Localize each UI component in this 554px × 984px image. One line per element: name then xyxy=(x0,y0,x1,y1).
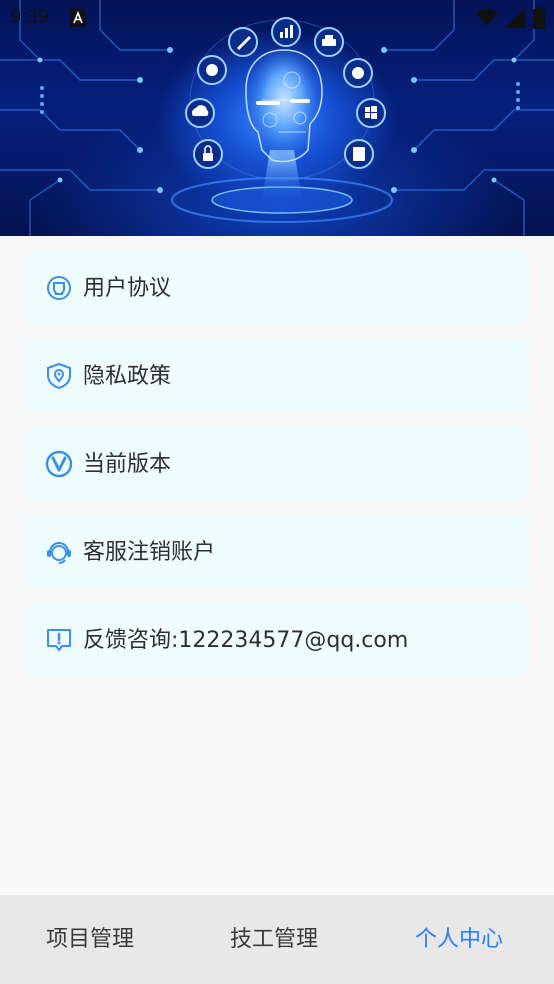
signal-icon xyxy=(505,8,525,28)
headset-icon xyxy=(47,542,71,564)
header-banner: 9:39 xyxy=(0,0,554,236)
menu-item-user-agreement[interactable]: 用户协议 xyxy=(24,250,530,324)
menu-item-label: 用户协议 xyxy=(83,276,172,301)
battery-icon xyxy=(533,7,545,29)
menu-item-feedback[interactable]: 反馈咨询:122234577@qq.com xyxy=(24,602,530,676)
menu-item-privacy-policy[interactable]: 隐私政策 xyxy=(24,338,530,412)
menu-item-label: 客服注销账户 xyxy=(83,540,216,565)
profile-screen: 9:39 用户协议 隐私政策 当前版本 客服注销账户 反馈咨询:12223457… xyxy=(0,0,554,984)
menu-item-label: 反馈咨询:122234577@qq.com xyxy=(83,628,409,653)
wifi-icon xyxy=(476,8,498,26)
menu-item-label: 当前版本 xyxy=(83,452,172,477)
menu-item-customer-service-delete-account[interactable]: 客服注销账户 xyxy=(24,514,530,588)
profile-menu: 用户协议 隐私政策 当前版本 客服注销账户 反馈咨询:122234577@qq.… xyxy=(24,250,530,690)
menu-item-label: 隐私政策 xyxy=(83,364,172,389)
tab-technician-management[interactable]: 技工管理 xyxy=(230,925,318,955)
status-bar: 9:39 xyxy=(0,0,554,36)
bottom-tab-bar: 项目管理 技工管理 个人中心 xyxy=(0,895,554,984)
tab-project-management[interactable]: 项目管理 xyxy=(46,925,134,955)
menu-item-current-version[interactable]: 当前版本 xyxy=(24,426,530,500)
feedback-icon xyxy=(47,629,71,651)
status-time: 9:39 xyxy=(10,6,49,28)
version-v-icon xyxy=(45,450,73,478)
agreement-icon xyxy=(47,276,71,300)
notification-a-icon xyxy=(70,9,86,27)
shield-location-icon xyxy=(47,362,71,390)
tab-personal-center[interactable]: 个人中心 xyxy=(415,925,503,955)
